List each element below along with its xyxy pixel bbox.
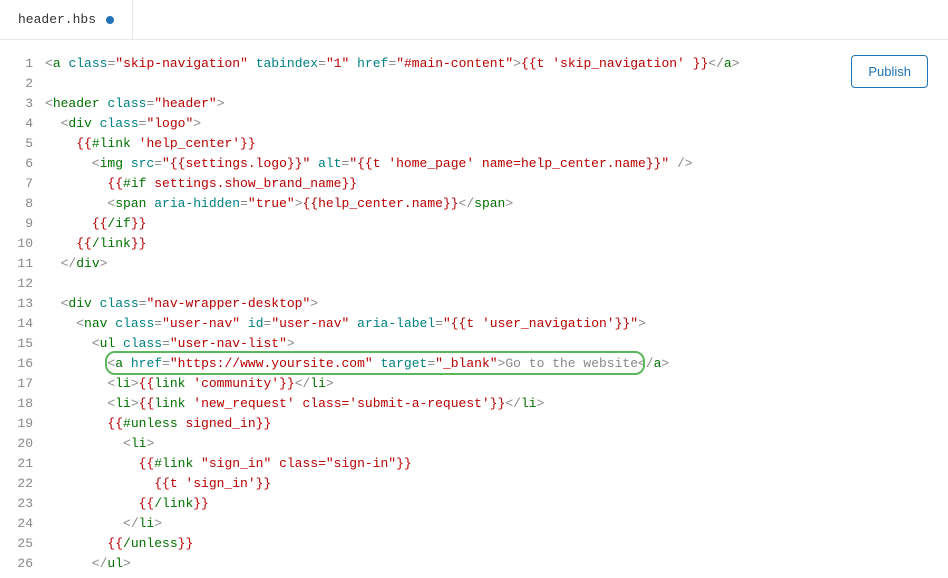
- code-line[interactable]: {{t 'sign_in'}}: [45, 474, 948, 494]
- line-number: 14: [0, 314, 45, 334]
- code-line[interactable]: {{#if settings.show_brand_name}}: [45, 174, 948, 194]
- line-number: 1: [0, 54, 45, 74]
- line-number: 4: [0, 114, 45, 134]
- line-number: 24: [0, 514, 45, 534]
- code-line[interactable]: <img src="{{settings.logo}}" alt="{{t 'h…: [45, 154, 948, 174]
- line-number: 26: [0, 554, 45, 574]
- code-line[interactable]: {{/link}}: [45, 494, 948, 514]
- line-number: 21: [0, 454, 45, 474]
- code-line[interactable]: <li>{{link 'community'}}</li>: [45, 374, 948, 394]
- code-line[interactable]: {{/unless}}: [45, 534, 948, 554]
- code-line[interactable]: {{/if}}: [45, 214, 948, 234]
- line-number: 10: [0, 234, 45, 254]
- tab-bar: header.hbs: [0, 0, 948, 40]
- code-line[interactable]: <span aria-hidden="true">{{help_center.n…: [45, 194, 948, 214]
- unsaved-dot-icon: [106, 16, 114, 24]
- code-line[interactable]: </ul>: [45, 554, 948, 574]
- code-line[interactable]: <ul class="user-nav-list">: [45, 334, 948, 354]
- editor-container: header.hbs Publish 123456789101112131415…: [0, 0, 948, 578]
- line-number: 25: [0, 534, 45, 554]
- code-line[interactable]: <div class="logo">: [45, 114, 948, 134]
- line-number: 5: [0, 134, 45, 154]
- line-number: 12: [0, 274, 45, 294]
- code-line[interactable]: <li>{{link 'new_request' class='submit-a…: [45, 394, 948, 414]
- code-line[interactable]: <nav class="user-nav" id="user-nav" aria…: [45, 314, 948, 334]
- code-line[interactable]: </li>: [45, 514, 948, 534]
- line-number: 23: [0, 494, 45, 514]
- line-number: 6: [0, 154, 45, 174]
- file-tab[interactable]: header.hbs: [0, 0, 133, 39]
- line-number: 9: [0, 214, 45, 234]
- editor-body: 1234567891011121314151617181920212223242…: [0, 40, 948, 578]
- line-number: 15: [0, 334, 45, 354]
- line-number: 3: [0, 94, 45, 114]
- code-line[interactable]: {{#link "sign_in" class="sign-in"}}: [45, 454, 948, 474]
- code-line[interactable]: {{#link 'help_center'}}: [45, 134, 948, 154]
- line-number: 13: [0, 294, 45, 314]
- code-line[interactable]: {{#unless signed_in}}: [45, 414, 948, 434]
- line-number: 22: [0, 474, 45, 494]
- tab-filename: header.hbs: [18, 12, 96, 27]
- code-line[interactable]: <li>: [45, 434, 948, 454]
- line-number: 18: [0, 394, 45, 414]
- line-number: 8: [0, 194, 45, 214]
- code-line[interactable]: [45, 274, 948, 294]
- code-line[interactable]: [45, 74, 948, 94]
- code-line[interactable]: <a href="https://www.yoursite.com" targe…: [45, 354, 948, 374]
- line-number: 16: [0, 354, 45, 374]
- line-number: 7: [0, 174, 45, 194]
- line-number: 17: [0, 374, 45, 394]
- code-line[interactable]: </div>: [45, 254, 948, 274]
- line-number: 20: [0, 434, 45, 454]
- code-line[interactable]: <header class="header">: [45, 94, 948, 114]
- line-number: 11: [0, 254, 45, 274]
- line-number: 2: [0, 74, 45, 94]
- code-line[interactable]: <div class="nav-wrapper-desktop">: [45, 294, 948, 314]
- code-line[interactable]: {{/link}}: [45, 234, 948, 254]
- line-number-gutter: 1234567891011121314151617181920212223242…: [0, 40, 45, 578]
- line-number: 19: [0, 414, 45, 434]
- code-line[interactable]: <a class="skip-navigation" tabindex="1" …: [45, 54, 948, 74]
- code-area[interactable]: <a class="skip-navigation" tabindex="1" …: [45, 40, 948, 578]
